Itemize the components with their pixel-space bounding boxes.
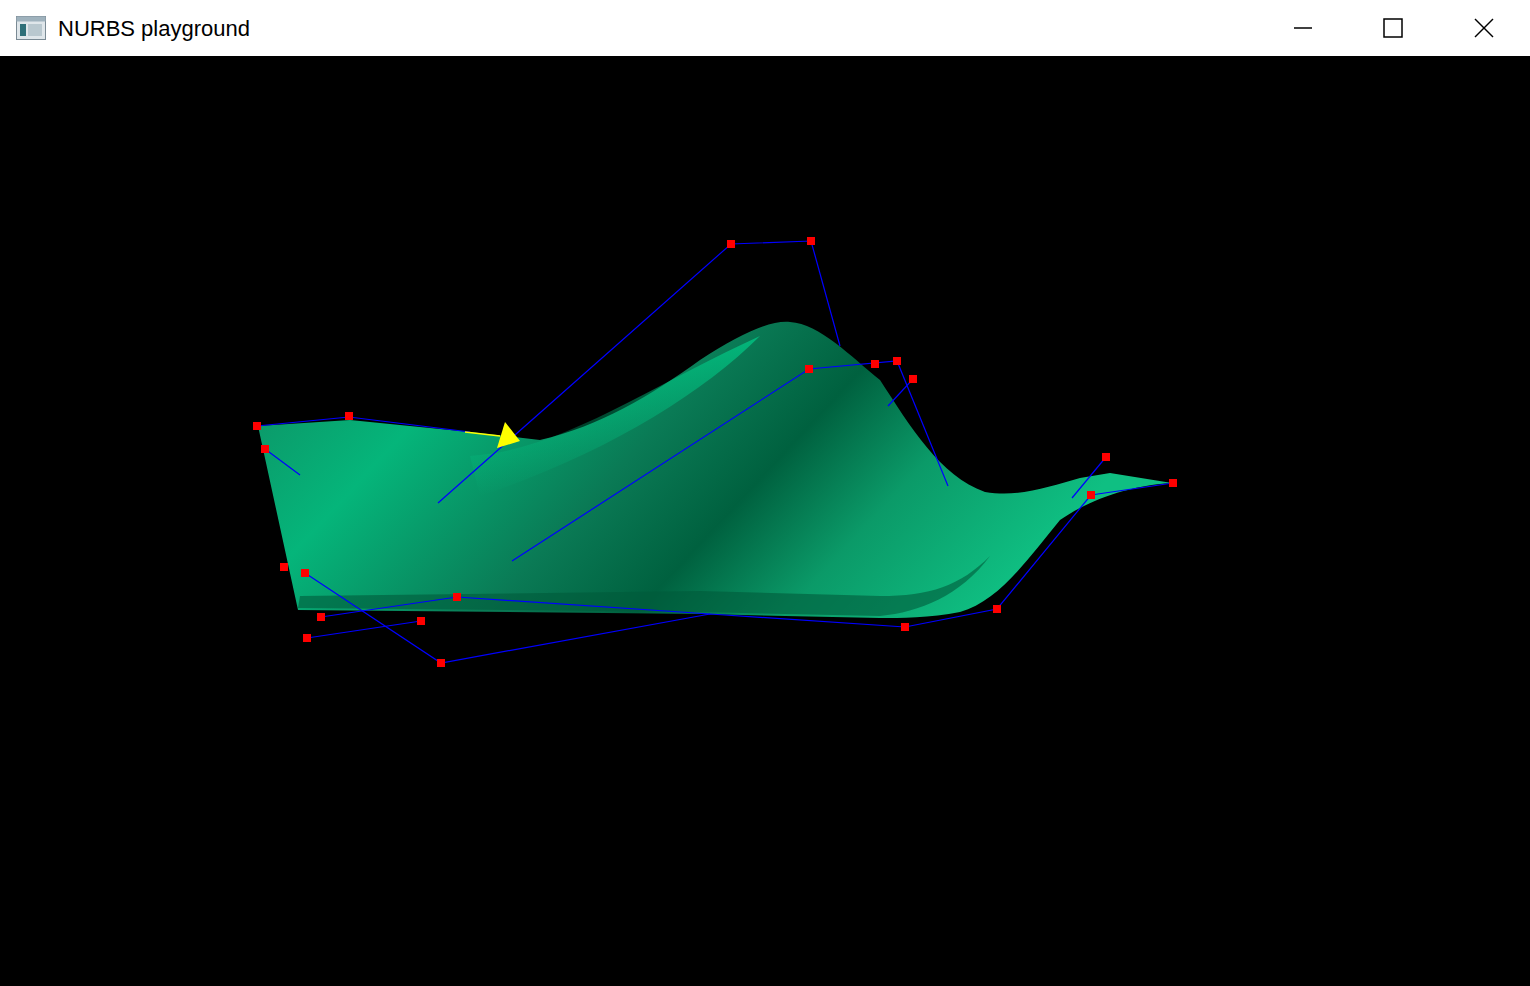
control-net-line (438, 241, 840, 503)
maximize-button[interactable] (1348, 0, 1438, 56)
control-point[interactable] (253, 422, 261, 430)
control-point[interactable] (727, 240, 735, 248)
close-button[interactable] (1438, 0, 1530, 56)
control-point[interactable] (317, 613, 325, 621)
control-point[interactable] (993, 605, 1001, 613)
cursor-marker[interactable] (497, 422, 520, 448)
control-net-line (265, 449, 300, 475)
control-net-line (512, 361, 948, 561)
app-icon (16, 16, 46, 40)
surface-highlight (470, 336, 760, 496)
nurbs-scene[interactable] (0, 56, 1530, 986)
window-controls (1258, 0, 1530, 56)
cursor-line (465, 432, 500, 436)
control-net-line (305, 495, 1091, 663)
control-net-line (888, 379, 913, 406)
control-point[interactable] (1102, 453, 1110, 461)
minimize-icon (1293, 18, 1313, 38)
control-point[interactable] (807, 237, 815, 245)
control-point[interactable] (909, 375, 917, 383)
control-point[interactable] (261, 445, 269, 453)
nurbs-surface (258, 322, 1172, 618)
control-point[interactable] (805, 365, 813, 373)
control-point[interactable] (901, 623, 909, 631)
control-point[interactable] (280, 563, 288, 571)
control-point[interactable] (893, 357, 901, 365)
control-point[interactable] (1169, 479, 1177, 487)
control-point[interactable] (417, 617, 425, 625)
control-point[interactable] (303, 634, 311, 642)
control-net-line (257, 417, 470, 432)
window-title: NURBS playground (58, 12, 250, 45)
control-net-line (307, 621, 421, 638)
control-net-line (321, 597, 710, 617)
control-point[interactable] (345, 412, 353, 420)
control-net-line (1091, 483, 1173, 495)
control-point[interactable] (1087, 491, 1095, 499)
minimize-button[interactable] (1258, 0, 1348, 56)
title-bar: NURBS playground (0, 0, 1530, 56)
control-point[interactable] (453, 593, 461, 601)
maximize-icon (1383, 18, 1403, 38)
control-net-line (1072, 457, 1106, 498)
control-point[interactable] (871, 360, 879, 368)
app-window: NURBS playground (0, 0, 1530, 986)
close-icon (1474, 18, 1494, 38)
control-point[interactable] (301, 569, 309, 577)
viewport[interactable] (0, 56, 1530, 986)
control-point[interactable] (437, 659, 445, 667)
surface-shadow (298, 556, 990, 616)
